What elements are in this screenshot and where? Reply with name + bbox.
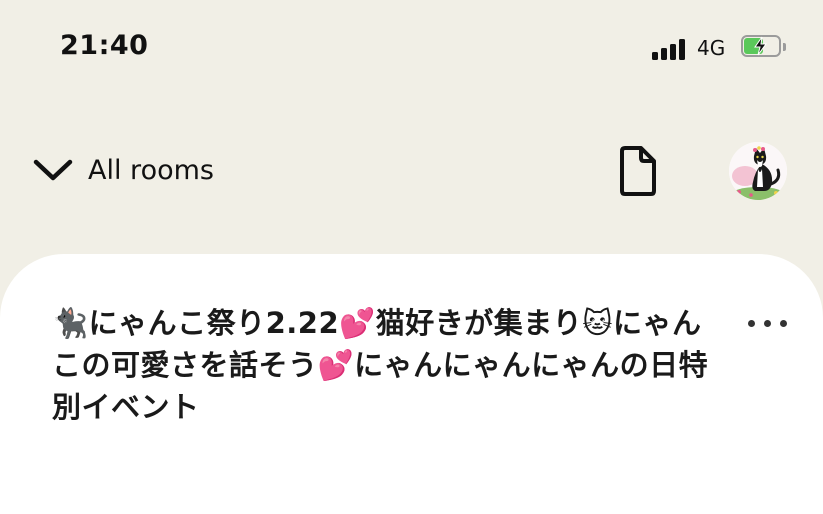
signal-icon [652,38,690,60]
status-bar: 21:40 4G [0,0,823,95]
chevron-down-icon [33,159,73,181]
charging-bolt-icon [754,36,767,56]
document-button[interactable] [614,144,660,198]
network-type: 4G [697,36,726,60]
battery-icon [741,35,786,59]
all-rooms-button[interactable]: All rooms [32,148,214,192]
room-title: 🐈‍⬛にゃんこ祭り2.22💕猫好きが集まり🐱にゃんこの可愛さを話そう💕にゃんにゃ… [52,306,709,424]
more-options-button[interactable] [744,311,792,335]
room-header: All rooms [0,140,823,202]
document-icon [620,146,656,196]
status-time: 21:40 [60,30,149,61]
cat-avatar-icon [729,142,787,200]
avatar[interactable] [729,142,787,200]
all-rooms-label: All rooms [88,154,214,186]
room-card: 🐈‍⬛にゃんこ祭り2.22💕猫好きが集まり🐱にゃんこの可愛さを話そう💕にゃんにゃ… [0,254,823,514]
